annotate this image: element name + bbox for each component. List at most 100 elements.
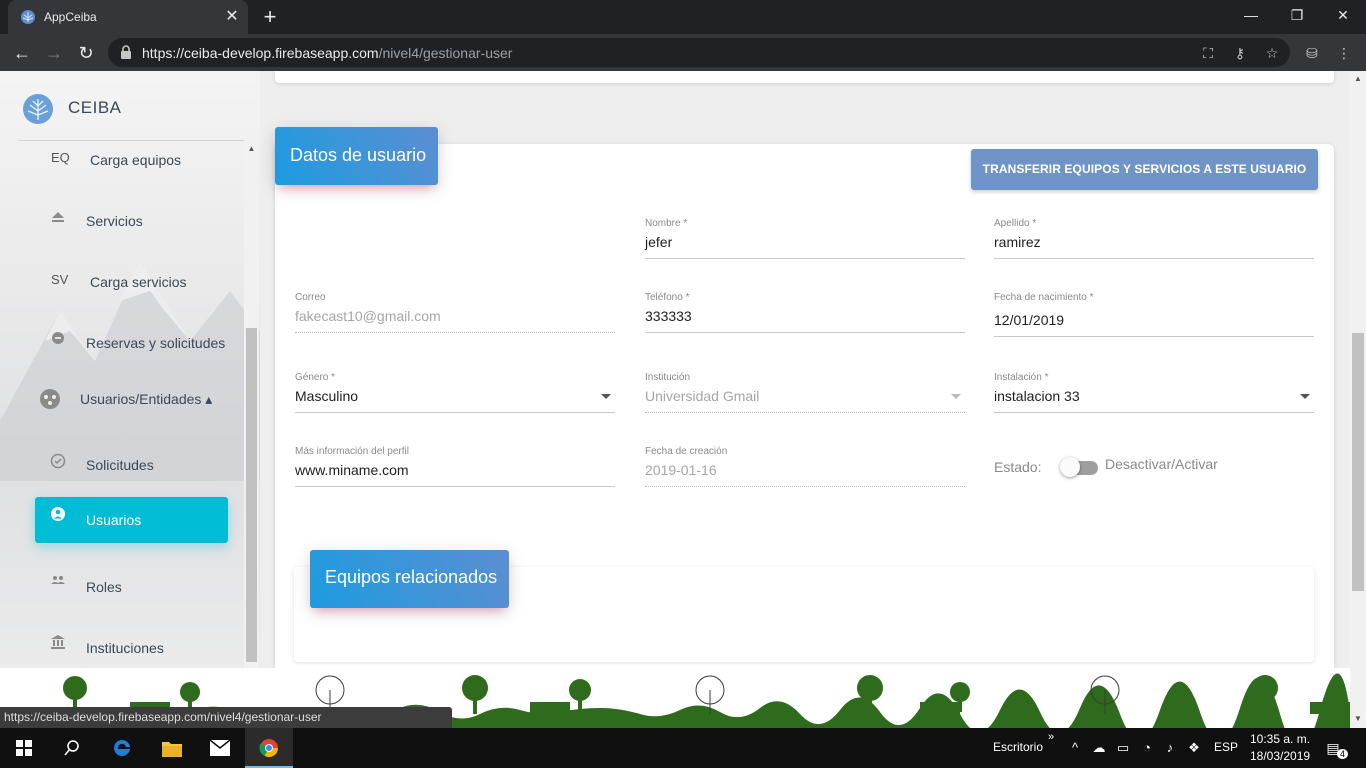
- field-label: Género *: [295, 372, 336, 383]
- scroll-down-arrow-icon[interactable]: ▼: [1353, 714, 1363, 724]
- field-label: Apellido *: [994, 218, 1037, 229]
- scroll-up-arrow-icon[interactable]: ▲: [1353, 74, 1363, 84]
- onedrive-cloud-icon[interactable]: ☁: [1090, 739, 1108, 757]
- apellido-field[interactable]: Apellido * ramirez: [994, 218, 1314, 264]
- toggle-knob[interactable]: [1060, 457, 1080, 477]
- sidebar-item-roles[interactable]: Roles: [35, 569, 228, 615]
- field-underline: [645, 412, 965, 413]
- field-value: instalacion 33: [994, 388, 1080, 404]
- browser-toolbar: ← → ↻ https://ceiba-develop.firebaseapp.…: [0, 34, 1366, 71]
- field-underline: [994, 258, 1314, 259]
- field-label: Institución: [645, 372, 691, 383]
- windows-taskbar: Escritorio » ^ ☁ ▭ ◔ ♪ ❖ ESP 10:35 a. m.…: [0, 728, 1366, 768]
- key-icon[interactable]: ⚷: [1230, 43, 1250, 63]
- estado-toggle-row: Estado: Desactivar/Activar: [994, 454, 1324, 484]
- language-indicator[interactable]: ESP: [1214, 740, 1238, 754]
- field-label: Nombre *: [645, 218, 688, 229]
- toggle-label[interactable]: Desactivar/Activar: [1105, 456, 1218, 472]
- clock-time[interactable]: 10:35 a. m.: [1250, 732, 1310, 746]
- battery-icon[interactable]: ▭: [1114, 739, 1132, 757]
- ceiba-favicon-icon: [21, 10, 35, 24]
- field-underline: [645, 332, 965, 333]
- previous-card: [275, 71, 1334, 83]
- genero-select[interactable]: Género * Masculino: [295, 372, 615, 418]
- transfer-equipment-button[interactable]: TRANSFERIR EQUIPOS Y SERVICIOS A ESTE US…: [971, 149, 1318, 190]
- field-underline: [994, 412, 1314, 413]
- field-value: 333333: [645, 308, 692, 324]
- sidebar-item-label: Usuarios: [86, 512, 142, 528]
- scroll-up-arrow-icon[interactable]: ▲: [247, 144, 256, 153]
- fecha-nacimiento-field[interactable]: Fecha de nacimiento * 12/01/2019: [994, 292, 1314, 338]
- chrome-icon[interactable]: [245, 728, 293, 768]
- nombre-field[interactable]: Nombre * jefer: [645, 218, 965, 264]
- restore-icon[interactable]: ❐: [1274, 0, 1320, 30]
- search-icon[interactable]: [48, 728, 96, 768]
- field-underline: [645, 486, 965, 487]
- card-title: Datos de usuario: [290, 145, 427, 165]
- dropbox-icon[interactable]: ❖: [1185, 739, 1203, 757]
- extension-icon[interactable]: ⛁: [1301, 42, 1323, 64]
- field-value: Universidad Gmail: [645, 388, 760, 404]
- field-underline: [295, 412, 615, 413]
- sidebar-item-carga-servicios[interactable]: SV Carga servicios: [35, 264, 228, 310]
- show-hidden-icons-icon[interactable]: ^: [1066, 739, 1084, 757]
- edge-browser-icon[interactable]: [98, 728, 146, 768]
- sidebar-group-usuarios-entidades[interactable]: Usuarios/Entidades ▴: [35, 372, 228, 418]
- sidebar-item-servicios[interactable]: Servicios: [35, 203, 228, 249]
- reload-icon[interactable]: ↻: [72, 39, 100, 67]
- clock-date[interactable]: 18/03/2019: [1250, 749, 1310, 763]
- tab-close-icon[interactable]: ✕: [222, 7, 242, 27]
- back-icon[interactable]: ←: [8, 39, 36, 67]
- sidebar-item-label: Instituciones: [86, 640, 164, 656]
- forward-icon[interactable]: →: [40, 39, 68, 67]
- dropdown-arrow-icon[interactable]: [1300, 394, 1310, 399]
- menu-dots-icon[interactable]: ⋮: [1333, 42, 1355, 64]
- lock-icon: [121, 45, 131, 59]
- browser-tab[interactable]: AppCeiba ✕: [8, 0, 248, 34]
- bookmark-star-icon[interactable]: ☆: [1262, 43, 1282, 63]
- field-label: Fecha de nacimiento *: [994, 292, 1094, 303]
- roles-icon: [51, 576, 65, 584]
- field-underline: [295, 486, 615, 487]
- sidebar-item-reservas[interactable]: Reservas y solicitudes: [35, 325, 228, 371]
- wifi-icon[interactable]: ◔: [1138, 739, 1156, 757]
- new-tab-icon[interactable]: +: [258, 5, 282, 29]
- sidebar-item-solicitudes[interactable]: Solicitudes: [35, 447, 228, 493]
- dropdown-arrow-icon[interactable]: [601, 394, 611, 399]
- user-data-card-header: Datos de usuario: [275, 127, 438, 185]
- field-value: fakecast10@gmail.com: [295, 308, 441, 324]
- mas-informacion-field[interactable]: Más información del perfil www.miname.co…: [295, 446, 615, 492]
- page-scrollbar[interactable]: ▲ ▼: [1350, 71, 1366, 728]
- ceiba-logo-icon: [23, 94, 53, 124]
- field-label: Teléfono *: [645, 292, 690, 303]
- sidebar-item-label: Servicios: [86, 213, 143, 229]
- translate-icon[interactable]: ⛶: [1198, 43, 1218, 63]
- brand[interactable]: CEIBA: [22, 91, 242, 127]
- instalacion-select[interactable]: Instalación * instalacion 33: [994, 372, 1314, 418]
- file-explorer-icon[interactable]: [148, 728, 196, 768]
- tab-title: AppCeiba: [44, 10, 97, 24]
- toolbar-chevron-icon[interactable]: »: [1048, 731, 1054, 743]
- volume-icon[interactable]: ♪: [1161, 739, 1179, 757]
- sidebar-item-abbr: SV: [51, 272, 69, 287]
- correo-field: Correo fakecast10@gmail.com: [295, 292, 615, 338]
- field-underline: [994, 336, 1314, 337]
- sidebar-scrollbar[interactable]: ▲: [244, 142, 259, 668]
- address-bar[interactable]: https://ceiba-develop.firebaseapp.com/ni…: [108, 38, 1290, 67]
- sidebar-item-carga-equipos[interactable]: EQ Carga equipos: [35, 142, 228, 188]
- sidebar-scroll-thumb[interactable]: [246, 328, 257, 662]
- close-window-icon[interactable]: ✕: [1320, 0, 1366, 30]
- page-scroll-thumb[interactable]: [1352, 333, 1364, 591]
- desktop-label[interactable]: Escritorio: [993, 740, 1043, 754]
- minimize-icon[interactable]: —: [1228, 0, 1274, 30]
- sidebar-item-usuarios[interactable]: Usuarios: [35, 497, 228, 543]
- windows-start-icon[interactable]: [0, 728, 48, 768]
- main-content: Datos de usuario TRANSFERIR EQUIPOS Y SE…: [260, 71, 1350, 728]
- telefono-field[interactable]: Teléfono * 333333: [645, 292, 965, 338]
- sidebar-item-label: Solicitudes: [86, 457, 154, 473]
- people-group-icon: [40, 389, 60, 409]
- url-text: https://ceiba-develop.firebaseapp.com/ni…: [142, 45, 513, 61]
- mail-icon[interactable]: [196, 728, 244, 768]
- eject-icon: [52, 212, 64, 222]
- sidebar-group-label: Usuarios/Entidades ▴: [80, 391, 213, 407]
